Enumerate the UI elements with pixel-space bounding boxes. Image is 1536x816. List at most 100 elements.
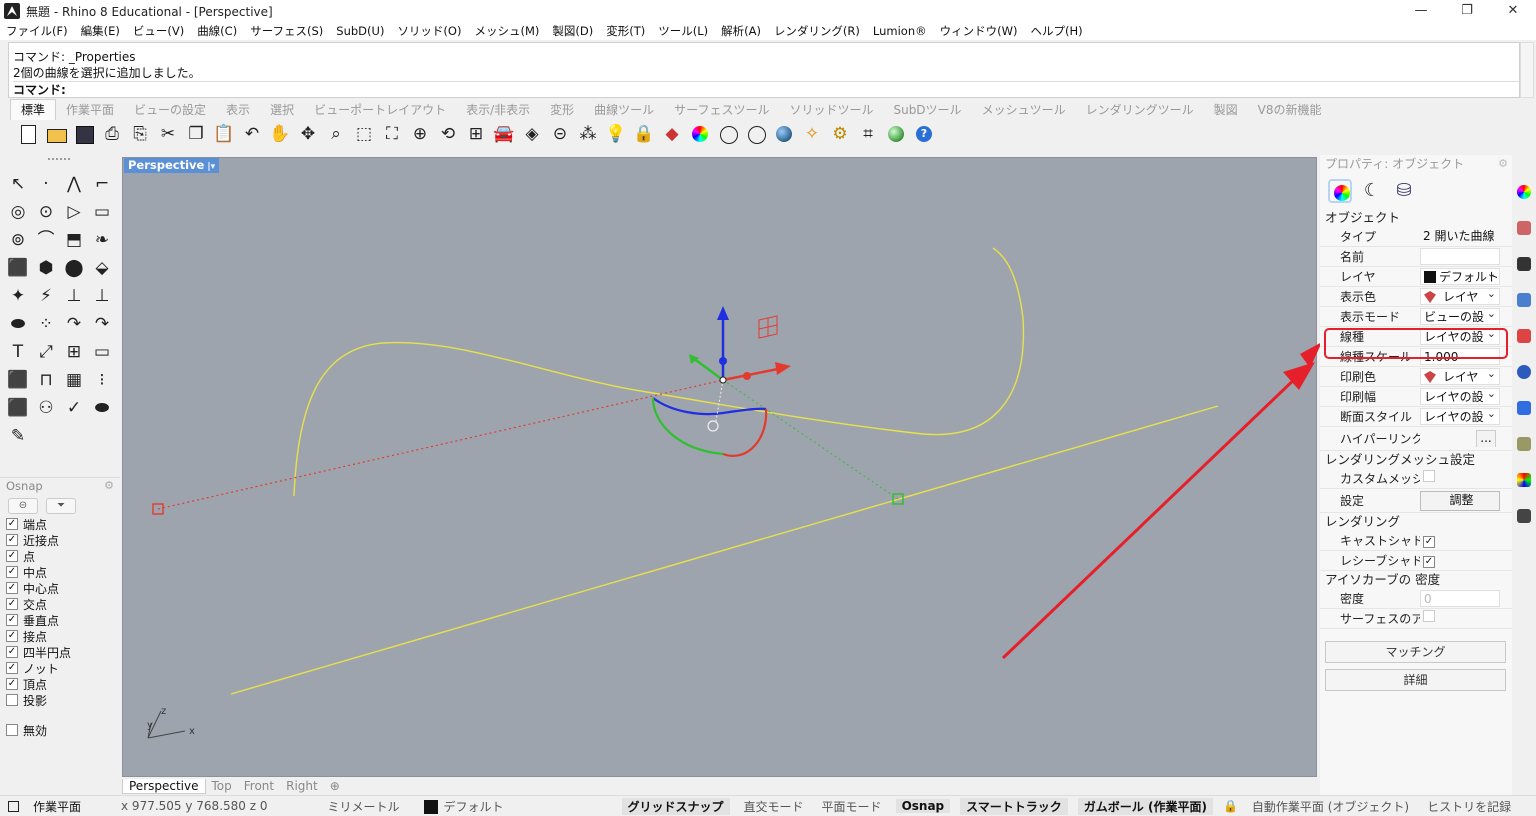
tool-button[interactable]: ⬢ xyxy=(32,254,60,282)
tool-button[interactable]: · xyxy=(32,170,60,198)
details-button[interactable]: 詳細 xyxy=(1325,669,1506,691)
tab-transform[interactable]: 変形 xyxy=(540,100,584,120)
name-field[interactable] xyxy=(1420,248,1500,265)
checkbox[interactable]: ✓ xyxy=(6,598,18,610)
notification-icon[interactable] xyxy=(1517,401,1531,415)
density-field[interactable]: 0 xyxy=(1420,590,1500,607)
command-input[interactable]: コマンド: xyxy=(13,81,1519,98)
gear-icon[interactable]: ⚙ xyxy=(104,478,114,494)
tool-button[interactable]: ⊥ xyxy=(88,282,116,310)
library-icon[interactable] xyxy=(1517,293,1531,307)
snap-points-icon[interactable]: ⁂ xyxy=(576,122,600,146)
zoom-selected-icon[interactable]: ⊕ xyxy=(408,122,432,146)
osnap-item[interactable]: ✓ 中心点 xyxy=(0,580,120,596)
cplane-icon[interactable]: ⊝ xyxy=(548,122,572,146)
menu-tools[interactable]: ツール(L) xyxy=(658,23,708,39)
database-icon[interactable]: ⛁ xyxy=(1392,179,1416,203)
tool-button[interactable]: ⁝ xyxy=(88,366,116,394)
adjust-button[interactable]: 調整 xyxy=(1420,490,1500,511)
lock-icon[interactable]: 🔒 xyxy=(632,122,656,146)
osnap-item[interactable]: ✓ 四半円点 xyxy=(0,644,120,660)
rendered-sphere-icon[interactable] xyxy=(744,122,768,146)
osnap-item[interactable]: ✓ 点 xyxy=(0,548,120,564)
tab-viewport-layout[interactable]: ビューポートレイアウト xyxy=(304,100,456,120)
tool-button[interactable]: ⁘ xyxy=(32,310,60,338)
print-width-dropdown[interactable]: レイヤの設 xyxy=(1420,388,1500,405)
tool-button[interactable]: ⬛ xyxy=(4,366,32,394)
wireframe-sphere-icon[interactable] xyxy=(716,122,740,146)
menu-curve[interactable]: 曲線(C) xyxy=(197,23,237,39)
cast-shadow-checkbox[interactable]: ✓ xyxy=(1423,536,1435,548)
menu-edit[interactable]: 編集(E) xyxy=(81,23,120,39)
tool-button[interactable]: T xyxy=(4,338,32,366)
viewport-tab-perspective[interactable]: Perspective xyxy=(122,778,206,794)
checkbox[interactable]: ✓ xyxy=(6,614,18,626)
blue-sphere-icon[interactable] xyxy=(772,122,796,146)
layer-dropdown[interactable]: デフォルト xyxy=(1420,268,1500,285)
tool-button[interactable]: ✎ xyxy=(4,422,32,450)
status-layer[interactable]: デフォルト xyxy=(423,798,514,815)
tool-button[interactable]: ❧ xyxy=(88,226,116,254)
viewport-title-tab[interactable]: Perspective |▾ xyxy=(124,158,220,173)
surface-iso-checkbox[interactable] xyxy=(1423,610,1435,622)
display-icon[interactable] xyxy=(1517,257,1531,271)
import-icon[interactable]: ⎘ xyxy=(128,122,152,146)
filter-icon[interactable]: ⏷ xyxy=(46,498,76,514)
cplane-filter-icon[interactable]: ⊝ xyxy=(8,498,38,514)
menu-lumion[interactable]: Lumion® xyxy=(873,24,927,38)
tab-set-view[interactable]: ビューの設定 xyxy=(124,100,216,120)
viewport-tab-top[interactable]: Top xyxy=(206,779,238,793)
tab-solid-tools[interactable]: ソリッドツール xyxy=(779,100,883,120)
save-icon[interactable] xyxy=(72,122,96,146)
object-properties-icon[interactable] xyxy=(1328,179,1352,203)
viewport-tab-right[interactable]: Right xyxy=(280,779,324,793)
menu-render[interactable]: レンダリング(R) xyxy=(774,23,860,39)
tool-button[interactable]: ⊞ xyxy=(60,338,88,366)
gumball-toggle[interactable]: ガムボール (作業平面) xyxy=(1077,797,1213,815)
environment-icon[interactable] xyxy=(1517,437,1531,451)
ortho-toggle[interactable]: 直交モード xyxy=(740,798,808,815)
open-folder-icon[interactable] xyxy=(44,122,68,146)
tool-button[interactable]: ⬤ xyxy=(60,254,88,282)
menu-mesh[interactable]: メッシュ(M) xyxy=(474,23,539,39)
tool-button[interactable]: ✦ xyxy=(4,282,32,310)
tool-button[interactable]: ▷ xyxy=(60,198,88,226)
undo-icon[interactable]: ↶ xyxy=(240,122,264,146)
tool-button[interactable]: ⌐ xyxy=(88,170,116,198)
print-icon[interactable]: ⎙ xyxy=(100,122,124,146)
material-icon[interactable]: ☾ xyxy=(1360,179,1384,203)
menu-view[interactable]: ビュー(V) xyxy=(133,23,184,39)
tool-button[interactable]: ↖ xyxy=(4,170,32,198)
tab-mesh-tools[interactable]: メッシュツール xyxy=(972,100,1076,120)
tool-button[interactable]: ⬛ xyxy=(4,254,32,282)
checkbox[interactable]: ✓ xyxy=(6,550,18,562)
osnap-item[interactable]: ✓ 交点 xyxy=(0,596,120,612)
tab-surface-tools[interactable]: サーフェスツール xyxy=(664,100,779,120)
tool-button[interactable]: ⊓ xyxy=(32,366,60,394)
command-scrollbar[interactable] xyxy=(1520,42,1534,98)
chevron-down-icon[interactable]: |▾ xyxy=(207,162,215,172)
layers-icon[interactable] xyxy=(1517,329,1531,343)
materials-icon[interactable] xyxy=(1517,365,1531,379)
osnap-item[interactable]: 投影 xyxy=(0,692,120,708)
restore-button[interactable]: ❐ xyxy=(1444,0,1490,22)
checkbox[interactable]: ✓ xyxy=(6,646,18,658)
menu-surface[interactable]: サーフェス(S) xyxy=(250,23,323,39)
record-history-toggle[interactable]: ヒストリを記録 xyxy=(1423,798,1515,815)
brush-icon[interactable] xyxy=(1517,221,1531,235)
tool-button[interactable]: ⬙ xyxy=(88,254,116,282)
light-bulb-icon[interactable]: 💡 xyxy=(604,122,628,146)
display-mode-dropdown[interactable]: ビューの設 xyxy=(1420,308,1500,325)
gear-icon[interactable]: ⚙ xyxy=(1498,155,1508,173)
tool-button[interactable]: ⋀ xyxy=(60,170,88,198)
tool-button[interactable]: ▭ xyxy=(88,198,116,226)
tab-subd-tools[interactable]: SubDツール xyxy=(883,100,971,120)
osnap-disable-row[interactable]: 無効 xyxy=(0,722,120,738)
osnap-item[interactable]: ✓ 頂点 xyxy=(0,676,120,692)
hyperlink-button[interactable]: ... xyxy=(1476,430,1496,447)
camera-icon[interactable] xyxy=(1517,509,1531,523)
tab-cplanes[interactable]: 作業平面 xyxy=(56,100,124,120)
lock-icon[interactable]: 🔒 xyxy=(1223,799,1238,813)
tab-curve-tools[interactable]: 曲線ツール xyxy=(584,100,664,120)
tool-button[interactable]: ⚡ xyxy=(32,282,60,310)
